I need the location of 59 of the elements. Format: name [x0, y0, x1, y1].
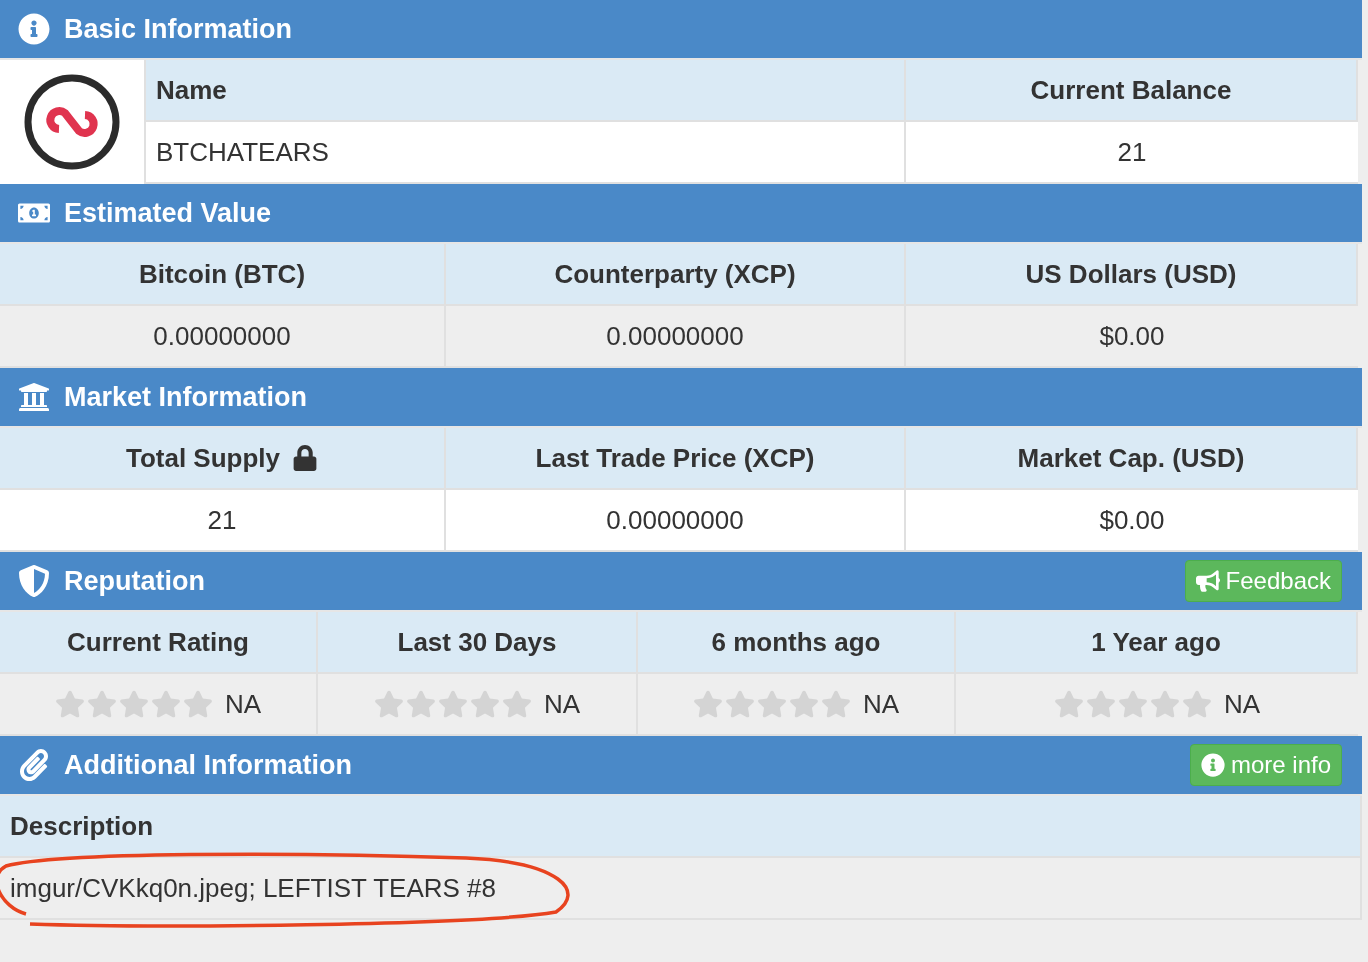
table-cell: 0.00000000: [0, 306, 446, 368]
column-header: Bitcoin (BTC): [0, 244, 446, 306]
section-title: Estimated Value: [64, 197, 272, 229]
rating-value: NA: [543, 688, 581, 720]
feedback-button[interactable]: Feedback: [1184, 560, 1342, 602]
column-header: Total Supply: [125, 442, 281, 474]
star-icon: [1117, 689, 1148, 719]
info-icon: [18, 13, 50, 45]
star-icon: [756, 689, 787, 719]
table-cell: 0.00000000: [446, 306, 906, 368]
column-header: US Dollars (USD): [906, 244, 1358, 306]
megaphone-icon: [1195, 569, 1220, 593]
column-header: 1 Year ago: [956, 612, 1358, 674]
info-icon: [1200, 753, 1225, 777]
column-header: Market Cap. (USD): [1017, 442, 1245, 474]
table-cell: BTCHATEARS: [146, 122, 906, 184]
column-header: Name: [146, 60, 906, 122]
shield-icon: [18, 565, 50, 597]
star-icon: [820, 689, 851, 719]
table-cell: 21: [0, 490, 446, 552]
section-title: Additional Information: [64, 749, 352, 781]
more-info-button[interactable]: more info: [1189, 744, 1342, 786]
column-header: Last 30 Days: [318, 612, 638, 674]
column-header: Counterparty (XCP): [446, 244, 906, 306]
star-icon: [54, 689, 85, 719]
token-logo-icon: [23, 73, 121, 171]
star-icon: [405, 689, 436, 719]
paperclip-icon: [18, 749, 50, 781]
bank-icon: [18, 381, 50, 413]
star-icon: [437, 689, 468, 719]
star-icon: [469, 689, 500, 719]
section-title: Reputation: [64, 565, 205, 597]
star-icon: [1085, 689, 1116, 719]
star-icon: [724, 689, 755, 719]
star-icon: [692, 689, 723, 719]
star-icon: [182, 689, 213, 719]
column-header: Current Balance: [906, 60, 1358, 122]
column-header: Description: [0, 796, 1362, 858]
section-title: Market Information: [64, 381, 308, 413]
column-header: Current Rating: [0, 612, 318, 674]
table-cell: 21: [906, 122, 1358, 184]
table-cell: 0.00000000: [446, 490, 906, 552]
column-header: 6 months ago: [638, 612, 956, 674]
rating-value: NA: [224, 688, 262, 720]
description-text: imgur/CVKkq0n.jpeg; LEFTIST TEARS #8: [0, 858, 1362, 920]
section-title: Basic Information: [64, 13, 293, 45]
star-icon: [373, 689, 404, 719]
rating-value: NA: [1223, 688, 1261, 720]
column-header: Last Trade Price (XCP): [535, 442, 815, 474]
star-icon: [1053, 689, 1084, 719]
star-icon: [501, 689, 532, 719]
table-cell: $0.00: [906, 490, 1358, 552]
star-icon: [1149, 689, 1180, 719]
star-icon: [150, 689, 181, 719]
star-icon: [1181, 689, 1212, 719]
star-icon: [86, 689, 117, 719]
rating-value: NA: [862, 688, 900, 720]
star-icon: [118, 689, 149, 719]
star-icon: [788, 689, 819, 719]
